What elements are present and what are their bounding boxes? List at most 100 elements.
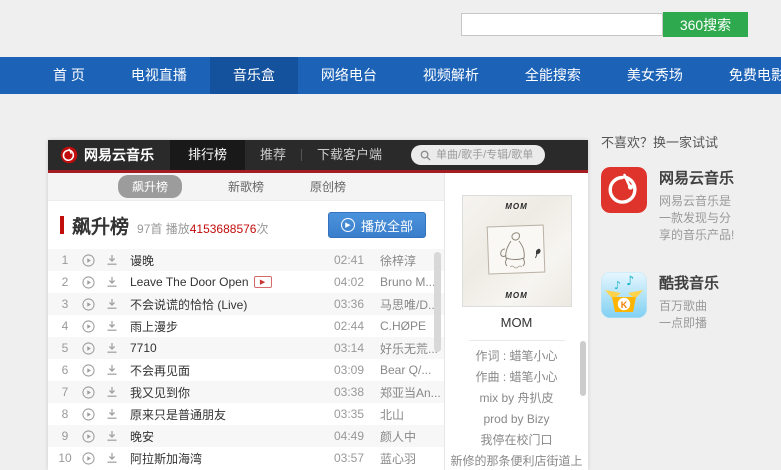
play-icon[interactable]: [82, 407, 97, 421]
mv-badge-icon[interactable]: ▶: [253, 276, 272, 288]
song-duration: 03:35: [334, 407, 365, 421]
play-icon[interactable]: [82, 451, 97, 465]
kuwo-app-icon[interactable]: K ♪ ♪: [601, 272, 647, 318]
song-artist[interactable]: 郑亚当An...: [380, 384, 444, 401]
download-icon[interactable]: [106, 298, 121, 310]
play-icon[interactable]: [82, 385, 97, 399]
play-all-label: 播放全部: [360, 218, 413, 234]
download-icon[interactable]: [106, 408, 121, 420]
title-accent-bar: [60, 216, 64, 234]
nav-item-music-box[interactable]: 音乐盒: [209, 57, 298, 94]
play-icon[interactable]: [82, 319, 97, 333]
netease-brand[interactable]: 网易云音乐: [48, 145, 170, 165]
song-row[interactable]: 4 雨上漫步 02:44 C.HØPE: [48, 315, 444, 337]
song-count: 97首: [137, 222, 163, 236]
subtab-original-chart[interactable]: 原创榜: [310, 178, 346, 195]
song-row[interactable]: 1 谩晚 02:41 徐梓淳: [48, 249, 444, 271]
lyric-line: 作词 : 蜡笔小心: [475, 349, 558, 363]
subtab-new-songs-chart[interactable]: 新歌榜: [228, 178, 264, 195]
search-input[interactable]: [461, 13, 663, 36]
lyrics-scrollbar-thumb[interactable]: [580, 341, 586, 396]
tab-download-client[interactable]: 下载客户端: [302, 140, 397, 170]
song-title-cell[interactable]: 7710 ▶: [130, 341, 334, 355]
download-icon[interactable]: [106, 364, 121, 376]
download-icon[interactable]: [106, 452, 121, 464]
song-title-cell[interactable]: 不会说谎的恰恰 (Live) ▶: [130, 296, 334, 313]
tab-recommend[interactable]: 推荐: [245, 140, 301, 170]
search-button[interactable]: 360搜索: [663, 12, 748, 37]
song-row[interactable]: 2 Leave The Door Open ▶ 04:02 Bruno M...: [48, 271, 444, 293]
play-icon[interactable]: [82, 297, 97, 311]
alternative-desc: 百万歌曲 一点即播: [659, 298, 719, 332]
song-row[interactable]: 3 不会说谎的恰恰 (Live) 03:36 马思唯/D...: [48, 293, 444, 315]
song-row[interactable]: 5 7710 03:14 好乐无荒...: [48, 337, 444, 359]
song-artist[interactable]: 颜人中: [380, 428, 444, 445]
chart-list-pane: 飙升榜 新歌榜 原创榜 飙升榜 97首 播放4153688576次 ▶ 播放全部: [48, 173, 444, 470]
alternative-netease[interactable]: 网易云音乐 网易云音乐是 一款发现与分 享的音乐产品!: [601, 167, 776, 244]
download-icon[interactable]: [106, 254, 121, 266]
song-title-cell[interactable]: Leave The Door Open ▶: [130, 275, 334, 289]
nav-item-net-radio[interactable]: 网络电台: [298, 57, 400, 94]
desc-line: 百万歌曲: [659, 299, 708, 313]
song-row[interactable]: 10 阿拉斯加海湾 03:57 蓝心羽: [48, 447, 444, 469]
lyrics-panel: 作词 : 蜡笔小心 作曲 : 蜡笔小心 mix by 舟扒皮 prod by B…: [445, 346, 588, 470]
song-title-cell[interactable]: 晚安 ▶: [130, 428, 334, 445]
play-all-button[interactable]: ▶ 播放全部: [327, 212, 426, 238]
music-player-widget: 网易云音乐 排行榜 推荐 下载客户端 飙升榜 新歌榜 原创榜 飙升榜: [48, 140, 588, 470]
nav-item-free-movies[interactable]: 免费电影: [706, 57, 781, 94]
song-title-cell[interactable]: 不会再见面 ▶: [130, 362, 334, 379]
tab-rank[interactable]: 排行榜: [170, 140, 246, 170]
nav-item-beauty-show[interactable]: 美女秀场: [604, 57, 706, 94]
download-icon[interactable]: [106, 276, 121, 288]
song-title-cell[interactable]: 雨上漫步 ▶: [130, 318, 334, 335]
alternative-kuwo[interactable]: K ♪ ♪ 酷我音乐 百万歌曲 一点即播: [601, 272, 776, 332]
download-icon[interactable]: [106, 430, 121, 442]
list-scrollbar-thumb[interactable]: [434, 252, 441, 352]
song-title: 谩晚: [130, 253, 155, 268]
playlist-title: 飙升榜: [72, 216, 130, 238]
song-rank: 2: [61, 275, 69, 289]
main-nav: 首 页 电视直播 音乐盒 网络电台 视频解析 全能搜索 美女秀场 免费电影 优惠…: [0, 57, 781, 94]
song-title-cell[interactable]: 原来只是普通朋友 ▶: [130, 406, 334, 423]
song-row[interactable]: 6 不会再见面 03:09 Bear Q/...: [48, 359, 444, 381]
song-artist[interactable]: Bear Q/...: [380, 363, 444, 377]
nav-item-tv-live[interactable]: 电视直播: [108, 57, 210, 94]
song-row[interactable]: 8 原来只是普通朋友 03:35 北山: [48, 403, 444, 425]
song-artist[interactable]: 北山: [380, 406, 444, 423]
play-icon[interactable]: [82, 341, 97, 355]
song-title-cell[interactable]: 阿拉斯加海湾 ▶: [130, 450, 334, 467]
song-row[interactable]: 7 我又见到你 03:38 郑亚当An...: [48, 381, 444, 403]
song-duration: 03:57: [334, 451, 365, 465]
song-duration: 03:09: [334, 363, 365, 377]
nav-item-video-parse[interactable]: 视频解析: [400, 57, 502, 94]
netease-app-icon[interactable]: [601, 167, 647, 213]
song-row[interactable]: 9 晚安 04:49 颜人中: [48, 425, 444, 447]
download-icon[interactable]: [106, 386, 121, 398]
download-icon[interactable]: [106, 320, 121, 332]
play-icon[interactable]: [82, 429, 97, 443]
subtab-surge-chart[interactable]: 飙升榜: [118, 175, 183, 198]
play-count-label: 播放: [165, 222, 190, 236]
netease-logo-icon: [60, 146, 78, 164]
song-artist[interactable]: 蓝心羽: [380, 450, 444, 467]
song-duration: 03:38: [334, 385, 365, 399]
download-icon[interactable]: [106, 342, 121, 354]
play-icon[interactable]: [82, 275, 97, 289]
alternative-name[interactable]: 酷我音乐: [659, 272, 719, 293]
album-art[interactable]: MOM MOM: [461, 195, 572, 307]
play-count-number: 4153688576: [189, 222, 257, 236]
nav-item-home[interactable]: 首 页: [30, 57, 108, 94]
nav-item-omni-search[interactable]: 全能搜索: [502, 57, 604, 94]
player-search-box[interactable]: [411, 145, 546, 165]
desc-line: 一款发现与分: [659, 211, 732, 225]
play-icon[interactable]: [82, 363, 97, 377]
player-search-input[interactable]: [436, 149, 537, 161]
song-title-cell[interactable]: 我又见到你 ▶: [130, 384, 334, 401]
desc-line: 享的音乐产品!: [659, 228, 735, 242]
alternative-name[interactable]: 网易云音乐: [659, 167, 734, 188]
play-icon[interactable]: [82, 253, 97, 267]
song-list: 1 谩晚 02:41 徐梓淳 2 Leave The Door Open ▶ 0…: [48, 249, 444, 470]
lyric-line: 我停在校门口: [480, 433, 553, 447]
player-header: 网易云音乐 排行榜 推荐 下载客户端: [48, 140, 588, 170]
song-title-cell[interactable]: 谩晚 ▶: [130, 252, 334, 269]
